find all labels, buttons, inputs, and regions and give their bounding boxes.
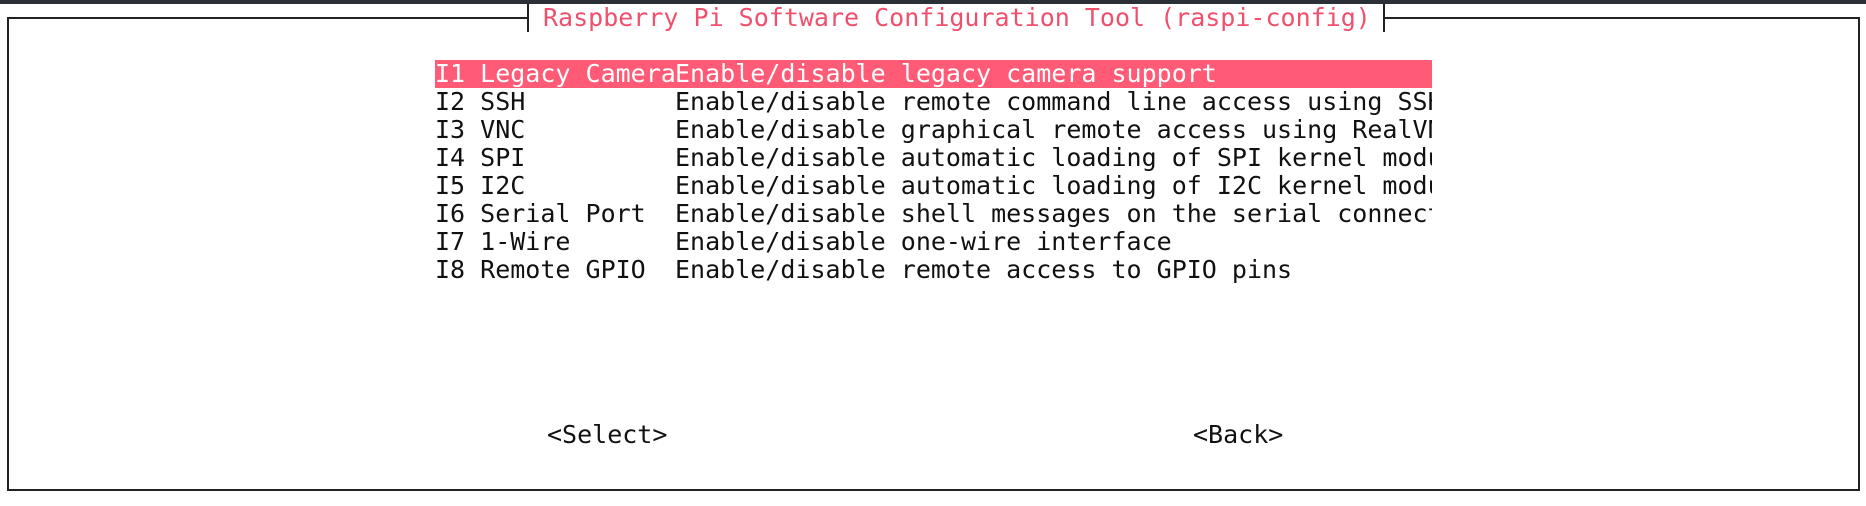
- select-button[interactable]: <Select>: [547, 421, 667, 449]
- menu-item-id: I5 I2C: [435, 172, 526, 200]
- interface-options-menu: I1 Legacy Camera Enable/disable legacy c…: [435, 60, 1432, 284]
- menu-item-spi[interactable]: I4 SPI Enable/disable automatic loading …: [435, 144, 1432, 172]
- menu-item-i2c[interactable]: I5 I2C Enable/disable automatic loading …: [435, 172, 1432, 200]
- menu-item-id: I7 1-Wire: [435, 228, 571, 256]
- menu-item-description: Enable/disable shell messages on the ser…: [675, 200, 1432, 228]
- dialog-title: Raspberry Pi Software Configuration Tool…: [543, 3, 1371, 32]
- menu-item-legacy-camera[interactable]: I1 Legacy Camera Enable/disable legacy c…: [435, 60, 1432, 88]
- menu-item-id: I1 Legacy Camera: [435, 60, 675, 88]
- menu-item-id: I2 SSH: [435, 88, 526, 116]
- menu-item-description: Enable/disable legacy camera support: [675, 60, 1217, 88]
- menu-item-vnc[interactable]: I3 VNC Enable/disable graphical remote a…: [435, 116, 1432, 144]
- menu-item-id: I3 VNC: [435, 116, 526, 144]
- menu-item-ssh[interactable]: I2 SSH Enable/disable remote command lin…: [435, 88, 1432, 116]
- menu-item-id: I4 SPI: [435, 144, 526, 172]
- menu-item-description: Enable/disable automatic loading of I2C …: [675, 172, 1432, 200]
- menu-item-description: Enable/disable graphical remote access u…: [675, 116, 1432, 144]
- back-button[interactable]: <Back>: [1193, 421, 1283, 449]
- menu-item-id: I8 Remote GPIO: [435, 256, 646, 284]
- menu-item-description: Enable/disable automatic loading of SPI …: [675, 144, 1432, 172]
- menu-item-serial-port[interactable]: I6 Serial Port Enable/disable shell mess…: [435, 200, 1432, 228]
- menu-item-id: I6 Serial Port: [435, 200, 646, 228]
- menu-item-description: Enable/disable remote access to GPIO pin…: [675, 256, 1293, 284]
- menu-item-remote-gpio[interactable]: I8 Remote GPIO Enable/disable remote acc…: [435, 256, 1432, 284]
- menu-item-description: Enable/disable remote command line acces…: [675, 88, 1432, 116]
- menu-item-description: Enable/disable one-wire interface: [675, 228, 1172, 256]
- dialog-title-bar: Raspberry Pi Software Configuration Tool…: [527, 4, 1385, 32]
- menu-item-1-wire[interactable]: I7 1-Wire Enable/disable one-wire interf…: [435, 228, 1432, 256]
